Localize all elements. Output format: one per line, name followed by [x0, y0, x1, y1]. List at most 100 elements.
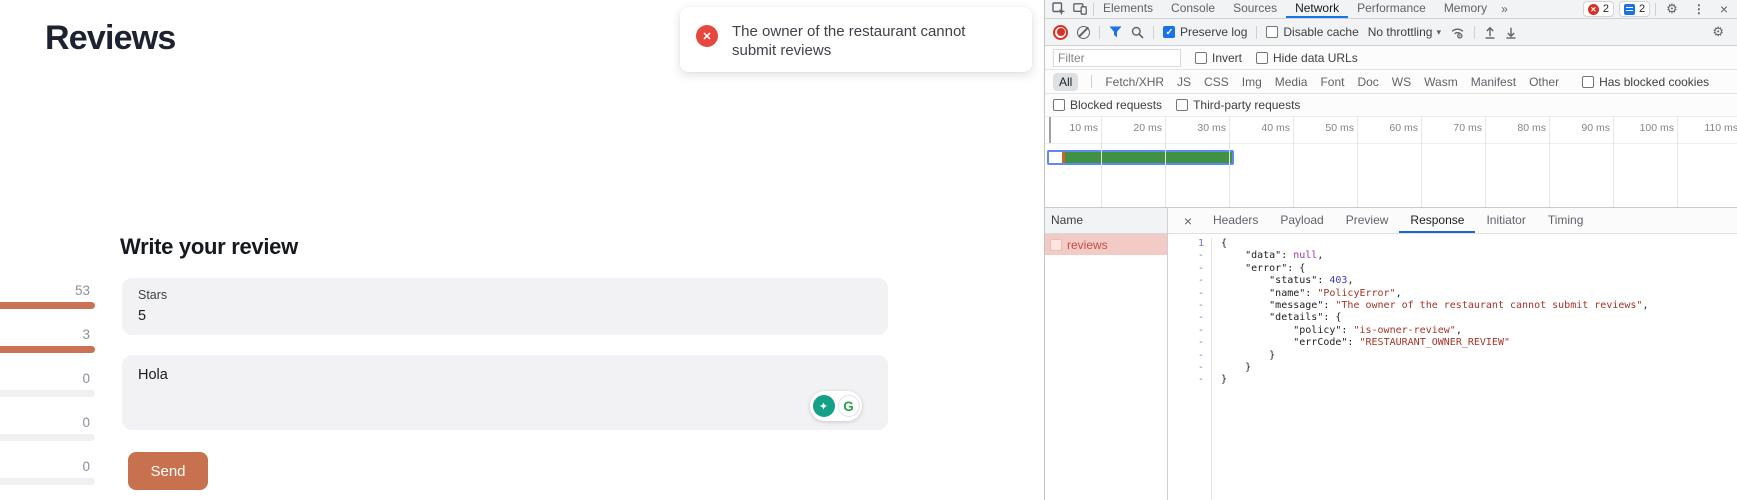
devtools-tab-performance[interactable]: Performance — [1348, 0, 1435, 18]
close-devtools-icon[interactable]: × — [1715, 1, 1733, 17]
fold-marker-icon[interactable]: - — [1168, 275, 1204, 287]
send-button[interactable]: Send — [128, 452, 208, 490]
record-icon[interactable] — [1053, 25, 1068, 40]
checkbox-icon[interactable] — [1582, 76, 1594, 88]
checkbox-icon[interactable] — [1256, 52, 1268, 64]
filter-chip-manifest[interactable]: Manifest — [1471, 75, 1516, 89]
grammarly-icon[interactable]: G — [838, 395, 860, 417]
network-conditions-icon[interactable] — [1450, 26, 1465, 39]
disable-cache-checkbox[interactable]: Disable cache — [1266, 25, 1358, 39]
third-party-requests-checkbox[interactable]: Third-party requests — [1176, 98, 1300, 112]
filter-chip-doc[interactable]: Doc — [1357, 75, 1378, 89]
form-heading: Write your review — [120, 234, 298, 260]
rating-distribution: 533000 — [0, 284, 95, 500]
filter-funnel-icon[interactable] — [1109, 26, 1122, 38]
checkbox-checked-icon[interactable] — [1163, 26, 1175, 38]
code-token: "errCode": — [1221, 337, 1359, 348]
fold-marker-icon[interactable]: - — [1168, 374, 1204, 386]
rating-bar — [0, 302, 95, 309]
preserve-log-checkbox[interactable]: Preserve log — [1163, 25, 1247, 39]
code-token: , — [1347, 275, 1353, 286]
detail-tab-headers[interactable]: Headers — [1202, 208, 1269, 233]
message-badge[interactable]: 2 — [1619, 1, 1650, 17]
fold-marker-icon[interactable]: - — [1168, 350, 1204, 362]
stars-value: 5 — [138, 308, 888, 324]
detail-tab-payload[interactable]: Payload — [1269, 208, 1334, 233]
code-gutter: 1----------- — [1168, 238, 1212, 500]
settings-gear-icon[interactable]: ⚙ — [1661, 1, 1683, 17]
filter-input[interactable] — [1053, 49, 1181, 67]
checkbox-icon[interactable] — [1176, 99, 1188, 111]
kebab-menu-icon[interactable]: ⋮ — [1688, 2, 1710, 16]
rating-bar — [0, 346, 95, 353]
request-detail-panel: × HeadersPayloadPreviewResponseInitiator… — [1168, 208, 1737, 500]
code-line: "status": 403, — [1221, 275, 1648, 287]
blocked-requests-checkbox[interactable]: Blocked requests — [1053, 98, 1162, 112]
review-textarea[interactable]: Hola ✦ G — [122, 355, 888, 430]
import-har-icon[interactable] — [1484, 26, 1496, 39]
fold-marker-icon[interactable]: - — [1168, 263, 1204, 275]
filter-chip-other[interactable]: Other — [1529, 75, 1559, 89]
request-type-filters: All Fetch/XHR JS CSS Img Media Font Doc WS Wasm Ma… — [1045, 70, 1737, 94]
filter-chip-fetch-xhr[interactable]: Fetch/XHR — [1105, 75, 1164, 89]
filter-chip-media[interactable]: Media — [1275, 75, 1308, 89]
throttling-dropdown[interactable]: No throttling ▾ — [1368, 25, 1441, 39]
fold-marker-icon[interactable]: - — [1168, 250, 1204, 262]
inspect-icon[interactable] — [1052, 2, 1066, 16]
clear-icon[interactable] — [1077, 26, 1090, 39]
fold-marker-icon[interactable]: - — [1168, 362, 1204, 374]
fold-marker-icon[interactable]: - — [1168, 300, 1204, 312]
devtools-tab-network[interactable]: Network — [1286, 0, 1348, 18]
filter-chip-font[interactable]: Font — [1320, 75, 1344, 89]
grammarly-widget[interactable]: ✦ G — [810, 391, 862, 421]
fold-marker-icon[interactable]: - — [1168, 325, 1204, 337]
timeline-tick-label: 70 ms — [1422, 122, 1482, 134]
code-token: 403 — [1329, 275, 1347, 286]
export-har-icon[interactable] — [1505, 26, 1517, 39]
detail-tab-preview[interactable]: Preview — [1335, 208, 1400, 233]
has-blocked-cookies-checkbox[interactable]: Has blocked cookies — [1582, 75, 1709, 89]
more-tabs-icon[interactable]: » — [1496, 2, 1513, 16]
search-icon[interactable] — [1131, 26, 1144, 39]
invert-checkbox[interactable]: Invert — [1195, 51, 1242, 65]
close-detail-icon[interactable]: × — [1177, 213, 1199, 229]
filter-chip-css[interactable]: CSS — [1204, 75, 1229, 89]
filter-chip-ws[interactable]: WS — [1392, 75, 1411, 89]
divider — [1655, 3, 1656, 16]
suggestion-bulb-icon[interactable]: ✦ — [813, 395, 835, 417]
code-line: "message": "The owner of the restaurant … — [1221, 300, 1648, 312]
filter-chip-all[interactable]: All — [1053, 73, 1078, 91]
detail-tab-timing[interactable]: Timing — [1537, 208, 1595, 233]
timeline-tick-label: 10 ms — [1045, 122, 1098, 134]
filter-chip-js[interactable]: JS — [1177, 75, 1191, 89]
devtools-tab-elements[interactable]: Elements — [1094, 0, 1162, 18]
waterfall-overview-bar[interactable] — [1047, 150, 1234, 165]
stars-label: Stars — [138, 288, 888, 302]
filter-chip-wasm[interactable]: Wasm — [1424, 75, 1458, 89]
error-badge[interactable]: ✕ 2 — [1583, 1, 1614, 17]
code-token: } — [1221, 374, 1227, 385]
checkbox-icon[interactable] — [1266, 26, 1278, 38]
devtools-tab-sources[interactable]: Sources — [1224, 0, 1286, 18]
network-settings-gear-icon[interactable]: ⚙ — [1707, 24, 1729, 40]
devtools-tab-console[interactable]: Console — [1162, 0, 1224, 18]
hide-data-urls-checkbox[interactable]: Hide data URLs — [1256, 51, 1358, 65]
detail-tab-response[interactable]: Response — [1399, 208, 1475, 233]
message-icon — [1624, 4, 1635, 15]
checkbox-icon[interactable] — [1195, 52, 1207, 64]
devtools-tab-memory[interactable]: Memory — [1435, 0, 1496, 18]
filter-chip-img[interactable]: Img — [1242, 75, 1262, 89]
devtools-panel: ElementsConsoleSourcesNetworkPerformance… — [1044, 0, 1737, 500]
detail-tab-initiator[interactable]: Initiator — [1475, 208, 1536, 233]
checkbox-icon[interactable] — [1053, 99, 1065, 111]
timeline-tick-label: 60 ms — [1358, 122, 1418, 134]
name-column-header[interactable]: Name — [1045, 208, 1167, 234]
fold-marker-icon[interactable]: - — [1168, 337, 1204, 349]
request-row-reviews[interactable]: reviews — [1045, 234, 1167, 255]
fold-marker-icon[interactable]: - — [1168, 312, 1204, 324]
stars-field[interactable]: Stars 5 — [122, 278, 888, 335]
request-flag-filters: Blocked requests Third-party requests — [1045, 94, 1737, 117]
fold-marker-icon[interactable]: - — [1168, 288, 1204, 300]
device-toolbar-icon[interactable] — [1073, 3, 1087, 15]
rating-bar — [0, 390, 95, 397]
